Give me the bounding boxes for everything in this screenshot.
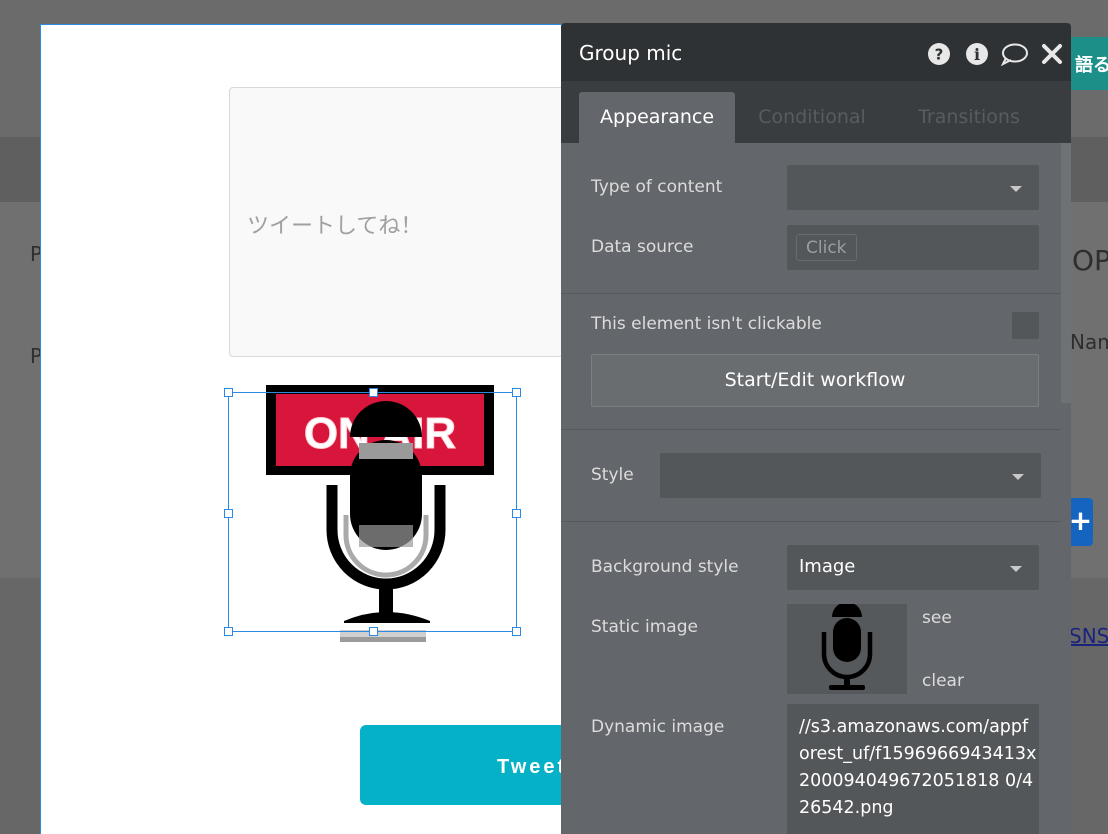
section-divider: [561, 293, 1061, 294]
dynamic-image-field[interactable]: //s3.amazonaws.com/appforest_uf/f1596966…: [787, 704, 1039, 834]
section-divider: [561, 429, 1061, 430]
info-icon[interactable]: i: [965, 42, 989, 66]
background-link[interactable]: SNS: [1069, 624, 1108, 648]
panel-title: Group mic: [579, 41, 683, 65]
static-image-thumbnail[interactable]: [787, 602, 907, 694]
start-edit-workflow-button[interactable]: Start/Edit workflow: [591, 354, 1039, 407]
see-image-link[interactable]: see: [922, 608, 952, 628]
static-image-label: Static image: [591, 617, 698, 637]
type-of-content-label: Type of content: [591, 177, 723, 197]
resize-handle-top-right[interactable]: [512, 388, 521, 397]
panel-tabs: Appearance Conditional Transitions: [561, 81, 1071, 143]
type-of-content-dropdown[interactable]: [787, 165, 1039, 210]
panel-scrollbar[interactable]: [1061, 143, 1071, 403]
clear-image-link[interactable]: clear: [922, 671, 964, 691]
tweet-placeholder: ツイートしてね！: [247, 214, 423, 239]
background-style-value: Image: [799, 556, 856, 577]
section-divider: [561, 521, 1061, 522]
tab-conditional[interactable]: Conditional: [747, 92, 877, 143]
not-clickable-label: This element isn't clickable: [591, 314, 822, 334]
background-heading-fragment: OP: [1072, 244, 1108, 277]
mic-group-selection[interactable]: [228, 392, 517, 632]
resize-handle-bottom-right[interactable]: [512, 627, 521, 636]
tab-transitions[interactable]: Transitions: [905, 92, 1033, 143]
panel-header: Group mic ? i: [561, 23, 1071, 81]
close-icon[interactable]: [1040, 42, 1064, 66]
background-style-dropdown[interactable]: Image: [787, 545, 1039, 590]
background-label-fragment: Nam: [1070, 330, 1108, 354]
comment-icon[interactable]: [1000, 42, 1028, 66]
dynamic-image-label: Dynamic image: [591, 717, 725, 737]
resize-handle-top[interactable]: [369, 388, 378, 397]
resize-handle-right[interactable]: [512, 509, 521, 518]
svg-text:?: ?: [935, 46, 944, 64]
style-dropdown[interactable]: [660, 453, 1041, 498]
tab-appearance[interactable]: Appearance: [579, 92, 735, 143]
chevron-down-icon: [1010, 186, 1022, 192]
microphone-icon: [821, 602, 873, 690]
property-editor-panel: Group mic ? i Appearance Conditional Tra…: [561, 23, 1071, 834]
data-source-field[interactable]: Click: [787, 225, 1039, 270]
data-source-label: Data source: [591, 237, 694, 257]
tweet-input[interactable]: ツイートしてね！: [229, 87, 569, 357]
data-source-click-button[interactable]: Click: [796, 234, 857, 261]
resize-handle-top-left[interactable]: [224, 388, 233, 397]
background-style-label: Background style: [591, 557, 739, 577]
chevron-down-icon: [1010, 566, 1022, 572]
help-icon[interactable]: ?: [927, 42, 951, 66]
dynamic-image-url: //s3.amazonaws.com/appforest_uf/f1596966…: [799, 717, 1037, 818]
resize-handle-bottom[interactable]: [369, 627, 378, 636]
background-button[interactable]: 語る: [1069, 37, 1108, 90]
chevron-down-icon: [1012, 474, 1024, 480]
style-label: Style: [591, 465, 634, 485]
background-add-button[interactable]: +: [1068, 498, 1093, 546]
resize-handle-left[interactable]: [224, 509, 233, 518]
resize-handle-bottom-left[interactable]: [224, 627, 233, 636]
tweet-button[interactable]: Tweet: [360, 725, 580, 805]
not-clickable-checkbox[interactable]: [1012, 312, 1039, 339]
svg-text:i: i: [974, 45, 980, 64]
